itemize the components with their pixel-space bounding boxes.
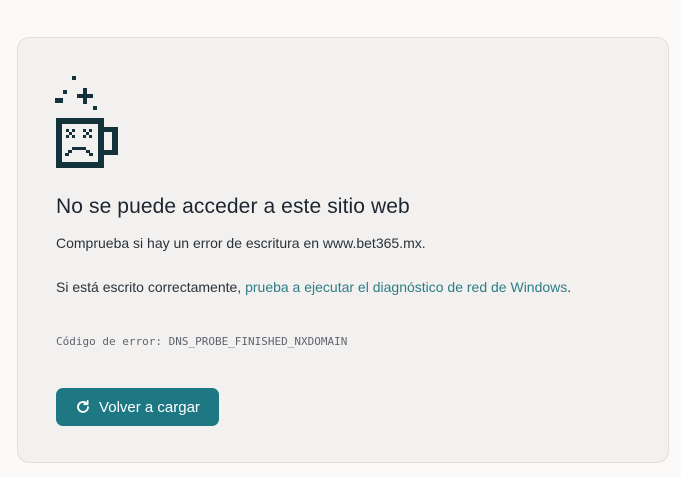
network-diagnostics-link[interactable]: prueba a ejecutar el diagnóstico de red … (245, 279, 567, 295)
reload-button[interactable]: Volver a cargar (56, 388, 219, 426)
error-card: No se puede acceder a este sitio web Com… (17, 37, 669, 463)
error-title: No se puede acceder a este sitio web (56, 195, 410, 218)
diagnostic-hint-suffix: . (567, 279, 572, 295)
diagnostic-hint: Si está escrito correctamente, prueba a … (56, 275, 616, 299)
typo-hint-text: Comprueba si hay un error de escritura e… (56, 235, 426, 251)
sad-mug-icon (55, 76, 118, 168)
reload-button-label: Volver a cargar (99, 398, 200, 416)
error-code: Código de error: DNS_PROBE_FINISHED_NXDO… (56, 335, 348, 348)
refresh-icon (77, 399, 89, 413)
diagnostic-hint-prefix: Si está escrito correctamente, (56, 279, 246, 295)
